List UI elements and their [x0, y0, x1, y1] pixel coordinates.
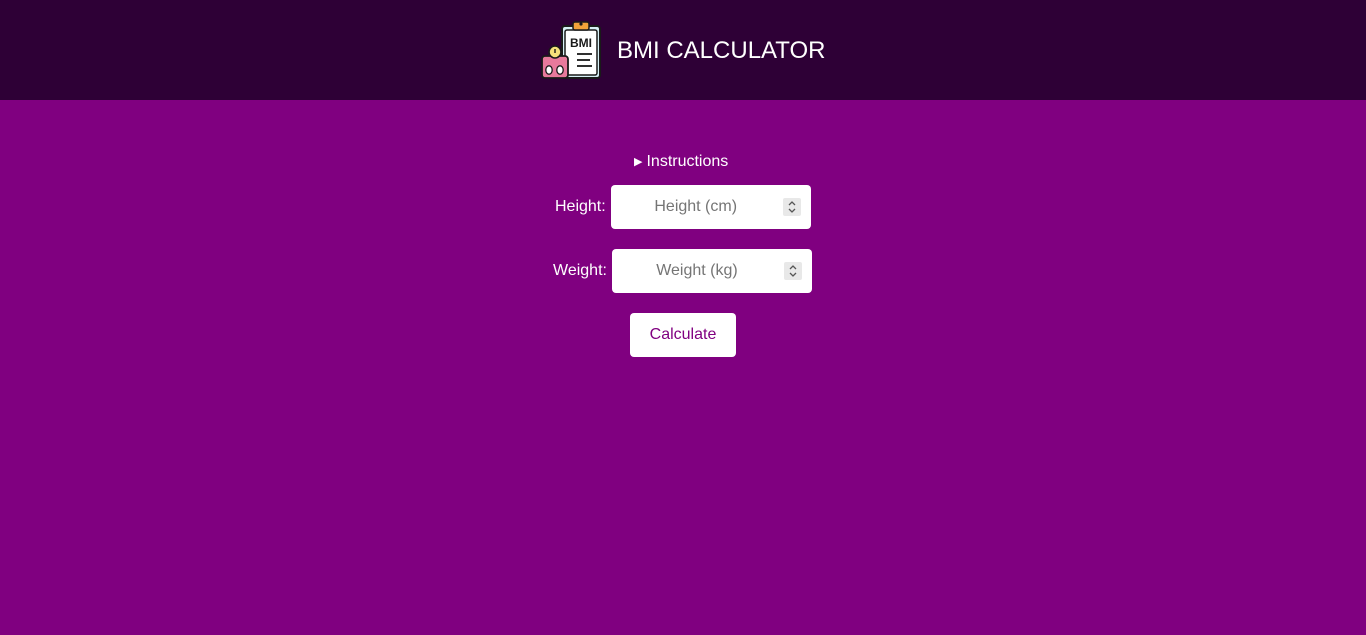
svg-text:BMI: BMI	[570, 36, 592, 50]
height-input[interactable]	[610, 185, 811, 229]
bmi-clipboard-icon: BMI	[541, 21, 601, 79]
height-spinner[interactable]	[782, 198, 801, 216]
app-title: BMI CALCULATOR	[617, 37, 826, 64]
instructions-toggle[interactable]: ▶ Instructions	[634, 152, 728, 173]
spinner-arrows-icon	[789, 265, 797, 277]
weight-row: Weight:	[553, 249, 812, 293]
weight-input[interactable]	[611, 249, 812, 293]
weight-spinner[interactable]	[783, 262, 802, 280]
height-row: Height:	[555, 185, 811, 229]
height-label: Height:	[555, 198, 606, 215]
app-header: BMI BMI CALCULATOR	[0, 0, 1366, 100]
triangle-right-icon: ▶	[634, 156, 643, 168]
weight-label: Weight:	[553, 262, 607, 279]
calculate-button[interactable]: Calculate	[630, 313, 736, 357]
spinner-arrows-icon	[788, 201, 796, 213]
instructions-label: Instructions	[646, 153, 729, 170]
weight-field-wrapper	[611, 249, 812, 293]
height-field-wrapper	[610, 185, 811, 229]
